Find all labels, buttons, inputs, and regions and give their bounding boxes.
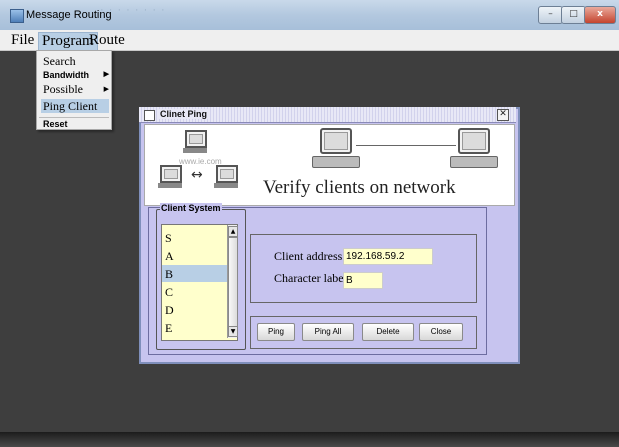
scroll-down-icon[interactable]: ▼: [228, 326, 238, 337]
banner-heading: Verify clients on network: [263, 177, 456, 198]
background-title-bleed: · · · · · · · ·: [100, 4, 166, 16]
ping-all-button[interactable]: Ping All: [302, 323, 354, 341]
scroll-up-icon[interactable]: ▲: [228, 226, 238, 237]
taskbar: [0, 432, 619, 447]
client-address-field[interactable]: 192.168.59.2: [343, 248, 433, 265]
menu-file[interactable]: File: [8, 32, 37, 50]
program-dropdown-menu: Search Bandwidth▶ Possible Route▶ Ping C…: [36, 50, 112, 130]
character-label-label: Character label: [274, 271, 347, 285]
dialog-close-button[interactable]: ✕: [497, 109, 509, 121]
menu-item-search[interactable]: Search: [41, 54, 109, 68]
client-system-label: Client System: [160, 203, 222, 213]
double-arrow-icon: ↔: [191, 167, 203, 183]
window-title: Message Routing: [26, 9, 112, 21]
submenu-arrow-icon: ▶: [103, 71, 109, 78]
close-window-button[interactable]: x: [584, 6, 616, 24]
close-button[interactable]: Close: [419, 323, 463, 341]
computer-icon: [312, 128, 362, 172]
computer-icon: [450, 128, 500, 172]
dialog-window-icon: [144, 110, 155, 121]
menu-item-possible-route[interactable]: Possible Route▶: [41, 82, 109, 110]
menu-route[interactable]: Route: [86, 32, 128, 50]
minimize-button[interactable]: –: [538, 6, 563, 24]
computer-icon: [214, 165, 240, 191]
dialog-title: Clinet Ping: [157, 109, 210, 119]
list-item[interactable]: S: [162, 229, 231, 246]
banner-watermark: www.ie.com: [179, 157, 222, 166]
scroll-thumb[interactable]: [228, 237, 238, 327]
maximize-button[interactable]: □: [561, 6, 586, 24]
client-info-panel: [250, 234, 477, 303]
list-item-selected[interactable]: B: [162, 265, 231, 282]
computer-icon: [183, 130, 209, 156]
menu-item-ping-client[interactable]: Ping Client: [41, 99, 109, 113]
list-item[interactable]: A: [162, 247, 231, 264]
list-item[interactable]: E: [162, 319, 231, 336]
menu-item-bandwidth[interactable]: Bandwidth ▶: [41, 68, 109, 82]
submenu-arrow-icon: ▶: [103, 85, 109, 93]
list-item[interactable]: C: [162, 283, 231, 300]
ping-button[interactable]: Ping: [257, 323, 295, 341]
computer-icon: [158, 165, 184, 191]
app-icon: [10, 9, 24, 23]
network-line: [356, 145, 456, 146]
character-label-field[interactable]: B: [343, 272, 383, 289]
menu-item-reset[interactable]: Reset: [41, 117, 109, 131]
delete-button[interactable]: Delete: [362, 323, 414, 341]
client-address-label: Client address: [274, 249, 343, 263]
list-item[interactable]: D: [162, 301, 231, 318]
